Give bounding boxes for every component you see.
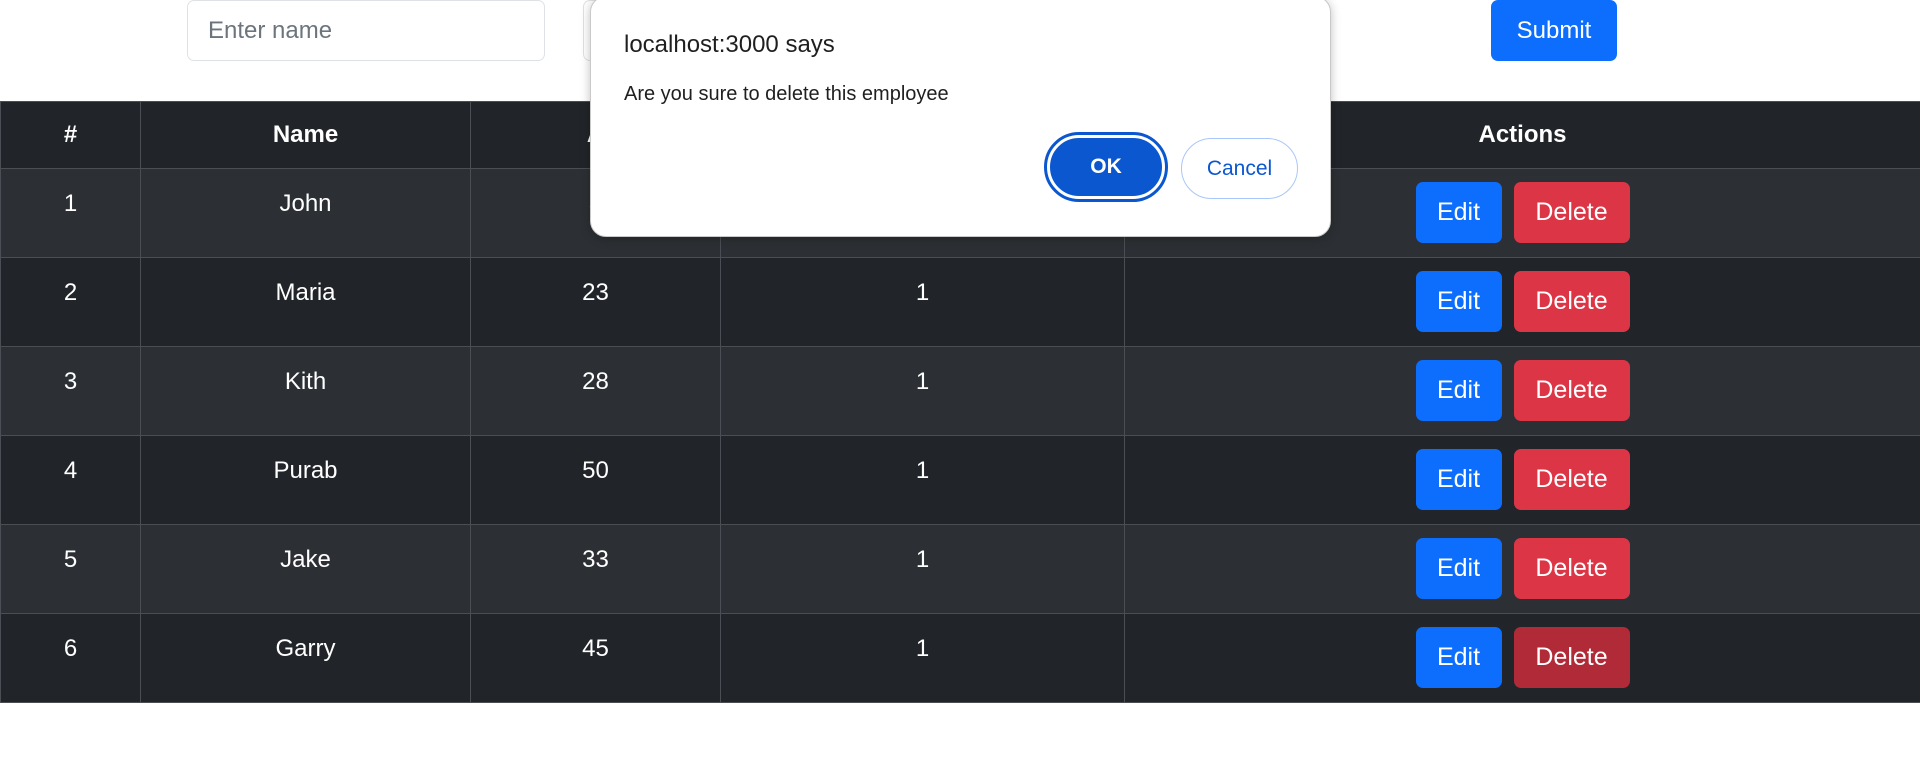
cell-name: Garry: [140, 613, 471, 703]
cell-status: 1: [720, 257, 1125, 347]
cell-status: 1: [720, 435, 1125, 525]
delete-button[interactable]: Delete: [1513, 271, 1630, 332]
edit-button[interactable]: Edit: [1415, 271, 1502, 332]
cell-status: 1: [720, 524, 1125, 614]
cell-id: 1: [0, 168, 141, 258]
cell-age: 28: [470, 346, 721, 436]
edit-button[interactable]: Edit: [1415, 182, 1502, 243]
delete-button[interactable]: Delete: [1513, 182, 1630, 243]
cancel-button[interactable]: Cancel: [1181, 138, 1298, 199]
cell-id: 5: [0, 524, 141, 614]
edit-button[interactable]: Edit: [1415, 360, 1502, 421]
cell-status: 1: [720, 346, 1125, 436]
delete-button[interactable]: Delete: [1513, 627, 1630, 688]
table-row: 4 Purab 50 1 Edit Delete: [0, 435, 1920, 525]
edit-button[interactable]: Edit: [1415, 627, 1502, 688]
column-header-name: Name: [140, 101, 471, 169]
cell-id: 4: [0, 435, 141, 525]
submit-button[interactable]: Submit: [1491, 0, 1617, 61]
column-header-id: #: [0, 101, 141, 169]
delete-button[interactable]: Delete: [1513, 449, 1630, 510]
cell-name: Jake: [140, 524, 471, 614]
delete-button[interactable]: Delete: [1513, 538, 1630, 599]
cell-id: 3: [0, 346, 141, 436]
table-row: 3 Kith 28 1 Edit Delete: [0, 346, 1920, 436]
cell-id: 2: [0, 257, 141, 347]
confirm-dialog: localhost:3000 says Are you sure to dele…: [590, 0, 1331, 237]
cell-actions: Edit Delete: [1124, 435, 1920, 525]
cell-actions: Edit Delete: [1124, 257, 1920, 347]
edit-button[interactable]: Edit: [1415, 449, 1502, 510]
cell-name: John: [140, 168, 471, 258]
cell-name: Maria: [140, 257, 471, 347]
cell-age: 33: [470, 524, 721, 614]
cell-status: 1: [720, 613, 1125, 703]
cell-name: Purab: [140, 435, 471, 525]
delete-button[interactable]: Delete: [1513, 360, 1630, 421]
table-row: 5 Jake 33 1 Edit Delete: [0, 524, 1920, 614]
cell-actions: Edit Delete: [1124, 613, 1920, 703]
cell-age: 50: [470, 435, 721, 525]
dialog-message: Are you sure to delete this employee: [624, 83, 949, 105]
ok-button[interactable]: OK: [1044, 132, 1168, 202]
cell-name: Kith: [140, 346, 471, 436]
cell-id: 6: [0, 613, 141, 703]
name-input[interactable]: [187, 0, 545, 61]
table-row: 2 Maria 23 1 Edit Delete: [0, 257, 1920, 347]
dialog-title: localhost:3000 says: [624, 31, 835, 58]
cell-age: 23: [470, 257, 721, 347]
cell-actions: Edit Delete: [1124, 524, 1920, 614]
edit-button[interactable]: Edit: [1415, 538, 1502, 599]
table-row: 6 Garry 45 1 Edit Delete: [0, 613, 1920, 703]
cell-age: 45: [470, 613, 721, 703]
cell-actions: Edit Delete: [1124, 346, 1920, 436]
